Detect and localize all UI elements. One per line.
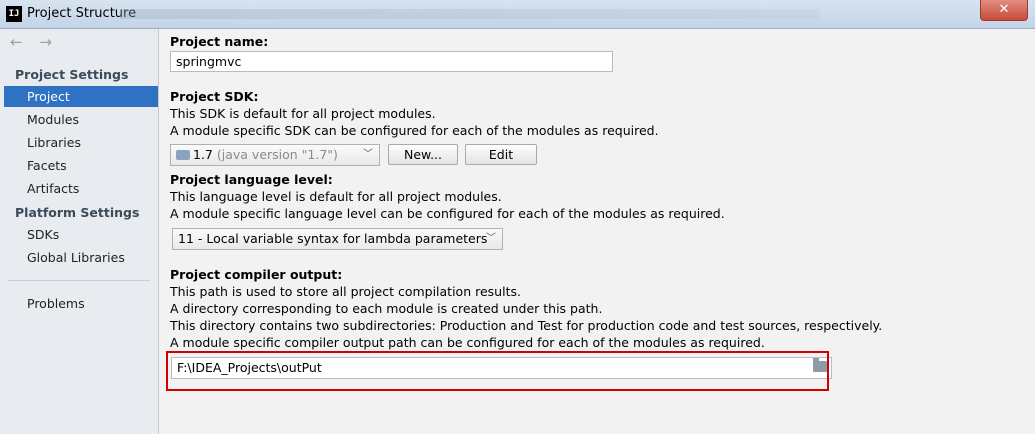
sdk-folder-icon (176, 150, 190, 160)
language-level-desc-2: A module specific language level can be … (170, 206, 725, 221)
compiler-output-desc-4: A module specific compiler output path c… (170, 335, 765, 350)
sidebar-item-global-libraries[interactable]: Global Libraries (4, 247, 158, 268)
compiler-output-desc-1: This path is used to store all project c… (170, 284, 521, 299)
compiler-output-path: F:\IDEA_Projects\outPut (177, 360, 322, 375)
sdk-selected-value: 1.7 (193, 147, 213, 162)
compiler-output-label: Project compiler output: (170, 267, 343, 282)
compiler-output-desc-2: A directory corresponding to each module… (170, 301, 603, 316)
platform-settings-heading: Platform Settings (15, 205, 140, 220)
back-forward-arrows-icon[interactable]: ← → (10, 33, 58, 51)
blurred-title-text (120, 9, 820, 19)
sidebar-item-facets[interactable]: Facets (4, 155, 158, 176)
project-sdk-desc-2: A module specific SDK can be configured … (170, 123, 659, 138)
language-level-desc-1: This language level is default for all p… (170, 189, 502, 204)
language-level-label: Project language level: (170, 172, 333, 187)
new-sdk-button[interactable]: New... (388, 144, 458, 165)
sidebar-item-artifacts[interactable]: Artifacts (4, 178, 158, 199)
sidebar-item-project[interactable]: Project (4, 86, 158, 107)
compiler-output-path-input[interactable]: F:\IDEA_Projects\outPut (171, 357, 832, 379)
chevron-down-icon: ﹀ (486, 233, 496, 244)
language-level-selected: 11 - Local variable syntax for lambda pa… (178, 231, 488, 246)
project-sdk-dropdown[interactable]: 1.7 (java version "1.7") ﹀ (170, 144, 380, 166)
title-bar: IJ Project Structure ✕ (0, 0, 1035, 29)
folder-browse-icon[interactable] (813, 358, 827, 372)
project-name-label: Project name: (170, 34, 269, 49)
project-name-input[interactable]: springmvc (170, 51, 613, 72)
sidebar-item-libraries[interactable]: Libraries (4, 132, 158, 153)
chevron-down-icon: ﹀ (363, 149, 373, 160)
sidebar-divider (8, 280, 150, 281)
sidebar: ← → Project Settings Project Modules Lib… (0, 29, 159, 434)
compiler-output-desc-3: This directory contains two subdirectori… (170, 318, 883, 333)
sidebar-item-problems[interactable]: Problems (4, 293, 158, 314)
project-settings-panel: Project name: springmvc Project SDK: Thi… (159, 29, 1035, 434)
project-sdk-desc-1: This SDK is default for all project modu… (170, 106, 436, 121)
sidebar-item-sdks[interactable]: SDKs (4, 224, 158, 245)
edit-sdk-button[interactable]: Edit (465, 144, 537, 165)
project-sdk-label: Project SDK: (170, 89, 259, 104)
project-settings-heading: Project Settings (15, 67, 129, 82)
language-level-dropdown[interactable]: 11 - Local variable syntax for lambda pa… (172, 228, 503, 250)
sidebar-item-modules[interactable]: Modules (4, 109, 158, 130)
intellij-app-icon: IJ (6, 6, 22, 22)
sdk-selected-detail: (java version "1.7") (216, 147, 338, 162)
close-button[interactable]: ✕ (980, 0, 1028, 21)
